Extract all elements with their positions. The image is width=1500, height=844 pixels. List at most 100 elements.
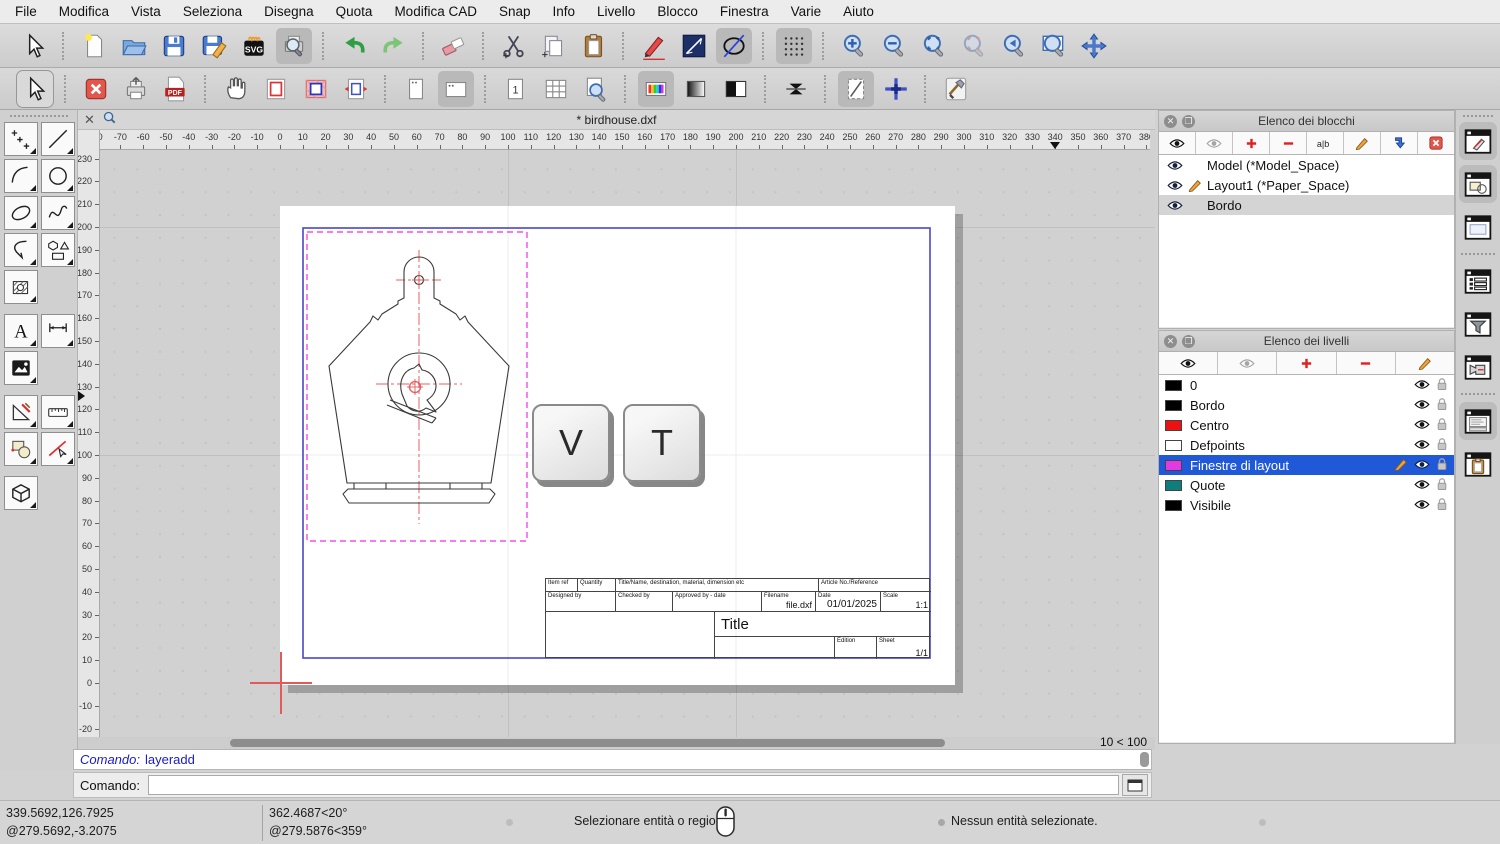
dimension-tool-icon[interactable] [40, 313, 75, 348]
purge-block-icon[interactable] [1418, 132, 1454, 154]
layer-lock-icon[interactable] [1436, 397, 1448, 414]
remove-layer-icon[interactable] [1336, 352, 1396, 374]
menu-quota[interactable]: Quota [325, 4, 384, 19]
command-window-toggle-icon[interactable] [1122, 774, 1148, 796]
layer-row[interactable]: Bordo [1159, 395, 1454, 415]
layer-visibility-eye-icon[interactable] [1414, 478, 1430, 493]
show-layer-icon[interactable] [1159, 352, 1219, 374]
palette-drag-handle[interactable] [9, 115, 68, 117]
zoom-page-icon[interactable] [578, 71, 614, 107]
layer-lock-icon[interactable] [1436, 457, 1448, 474]
measure-tool-icon[interactable] [40, 394, 75, 429]
insert-block-icon[interactable] [1381, 132, 1418, 154]
menu-file[interactable]: File [4, 4, 48, 19]
paper-spacing-icon[interactable] [778, 71, 814, 107]
layer-row[interactable]: Visibile [1159, 495, 1454, 515]
layer-visibility-eye-icon[interactable] [1414, 498, 1430, 513]
layer-color-swatch[interactable] [1165, 419, 1182, 431]
block-row[interactable]: Model (*Model_Space) [1159, 155, 1454, 175]
copy-icon[interactable] [536, 28, 572, 64]
text-tool-icon[interactable]: A [3, 313, 38, 348]
crosshair-icon[interactable] [878, 71, 914, 107]
menu-aiuto[interactable]: Aiuto [832, 4, 885, 19]
paste-icon[interactable] [576, 28, 612, 64]
undo-icon[interactable] [336, 28, 372, 64]
circle-tool-icon[interactable] [40, 158, 75, 193]
layer-visibility-eye-icon[interactable] [1414, 418, 1430, 433]
layer-lock-icon[interactable] [1436, 437, 1448, 454]
layer-color-swatch[interactable] [1165, 439, 1182, 451]
show-block-icon[interactable] [1159, 132, 1196, 154]
pdf-export-icon[interactable]: PDF [158, 71, 194, 107]
history-scrollbar-thumb[interactable] [1140, 752, 1149, 767]
layer-visibility-eye-icon[interactable] [1414, 438, 1430, 453]
command-input[interactable] [147, 775, 1119, 795]
projection-panel-icon[interactable] [1459, 348, 1497, 386]
layer-color-swatch[interactable] [1165, 499, 1182, 511]
horizontal-scrollbar[interactable]: 10 < 100 [78, 735, 1155, 749]
layer-row[interactable]: Defpoints [1159, 435, 1454, 455]
trim-tool-icon[interactable] [40, 431, 75, 466]
arc-tool-icon[interactable] [3, 158, 38, 193]
redo-icon[interactable] [376, 28, 412, 64]
multi-page-icon[interactable] [538, 71, 574, 107]
spline-tool-icon[interactable] [40, 195, 75, 230]
page-landscape-icon[interactable] [438, 70, 474, 107]
layer-color-swatch[interactable] [1165, 379, 1182, 391]
solid-tool-icon[interactable] [3, 475, 38, 510]
modify-tool-icon[interactable] [3, 394, 38, 429]
layer-row[interactable]: Centro [1159, 415, 1454, 435]
layer-row[interactable]: Finestre di layout [1159, 455, 1454, 475]
add-block-icon[interactable] [1233, 132, 1270, 154]
layer-lock-icon[interactable] [1436, 417, 1448, 434]
open-file-icon[interactable] [116, 28, 152, 64]
grayscale-mode-icon[interactable] [678, 71, 714, 107]
layer-color-swatch[interactable] [1165, 399, 1182, 411]
svg-export-icon[interactable]: SVG [236, 28, 272, 64]
menu-seleziona[interactable]: Seleziona [172, 4, 253, 19]
menu-modifica[interactable]: Modifica [48, 4, 120, 19]
point-tool-icon[interactable] [3, 121, 38, 156]
layer-visibility-eye-icon[interactable] [1414, 378, 1430, 393]
property-editor-panel-icon[interactable] [1459, 122, 1497, 160]
zoom-fit-icon[interactable] [916, 28, 952, 64]
hide-layer-icon[interactable] [1218, 352, 1278, 374]
menu-varie[interactable]: Varie [780, 4, 833, 19]
layer-lock-icon[interactable] [1436, 497, 1448, 514]
block-list-panel-icon[interactable] [1459, 262, 1497, 300]
menu-modifica-cad[interactable]: Modifica CAD [383, 4, 488, 19]
block-row[interactable]: Layout1 (*Paper_Space) [1159, 175, 1454, 195]
preferences-icon[interactable] [938, 71, 974, 107]
new-file-icon[interactable] [76, 28, 112, 64]
blackwhite-mode-icon[interactable] [718, 71, 754, 107]
clipboard-panel-icon[interactable] [1459, 445, 1497, 483]
menu-finestra[interactable]: Finestra [709, 4, 780, 19]
layer-lock-icon[interactable] [1436, 377, 1448, 394]
color-mode-icon[interactable] [638, 70, 674, 107]
viewport-overlay-icon[interactable] [298, 71, 334, 107]
draw-pencil-icon[interactable] [636, 28, 672, 64]
save-as-icon[interactable] [196, 28, 232, 64]
save-icon[interactable] [156, 28, 192, 64]
pan-icon[interactable] [1076, 28, 1112, 64]
block-row[interactable]: Bordo [1159, 195, 1454, 215]
polyline-tool-icon[interactable] [3, 232, 38, 267]
line-style-icon[interactable] [676, 28, 712, 64]
remove-block-icon[interactable] [1270, 132, 1307, 154]
zoom-previous-icon[interactable] [996, 28, 1032, 64]
layer-visibility-eye-icon[interactable] [1414, 458, 1430, 473]
menu-blocco[interactable]: Blocco [646, 4, 709, 19]
edit-block-icon[interactable] [1344, 132, 1381, 154]
menu-info[interactable]: Info [542, 4, 587, 19]
fit-to-page-icon[interactable] [338, 71, 374, 107]
pan-hand-icon[interactable] [218, 71, 254, 107]
viewport-panel-icon[interactable] [1459, 208, 1497, 246]
layer-visibility-eye-icon[interactable] [1414, 398, 1430, 413]
strip-drag-handle[interactable] [1463, 115, 1493, 117]
edit-layer-icon[interactable] [1395, 352, 1455, 374]
menu-snap[interactable]: Snap [488, 4, 542, 19]
boolean-tool-icon[interactable] [3, 431, 38, 466]
scrollbar-thumb[interactable] [230, 739, 945, 747]
layer-color-swatch[interactable] [1165, 479, 1182, 491]
selection-panel-icon[interactable] [1459, 165, 1497, 203]
